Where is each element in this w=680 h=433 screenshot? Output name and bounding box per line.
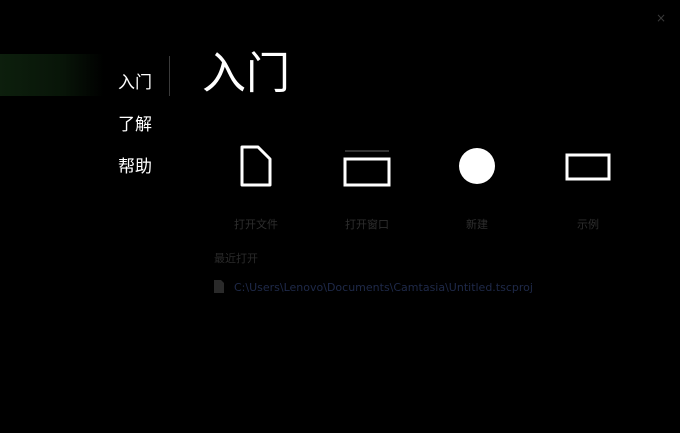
- circle-icon: [427, 144, 527, 188]
- nav-divider: [169, 56, 170, 96]
- recent-file-path: C:\Users\Lenovo\Documents\Camtasia\Untit…: [234, 280, 533, 294]
- open-window-label: 打开窗口: [345, 218, 389, 231]
- window-icon: [317, 144, 417, 188]
- nav-item-help[interactable]: 帮助: [118, 146, 152, 188]
- samples-label: 示例: [577, 218, 599, 231]
- nav-selection-highlight: [0, 54, 104, 96]
- sidebar-nav: 入门 了解 帮助: [118, 62, 152, 188]
- samples-button[interactable]: 示例: [538, 144, 638, 234]
- close-icon[interactable]: ×: [656, 12, 666, 24]
- new-button[interactable]: 新建: [427, 144, 527, 234]
- document-icon: [214, 278, 234, 297]
- page-title: 入门: [202, 48, 290, 99]
- nav-item-get-started[interactable]: 入门: [118, 62, 152, 104]
- open-window-button[interactable]: 打开窗口: [317, 144, 417, 234]
- rectangle-icon: [538, 144, 638, 188]
- file-icon: [206, 144, 306, 188]
- open-file-label: 打开文件: [234, 218, 278, 231]
- recent-file-item[interactable]: C:\Users\Lenovo\Documents\Camtasia\Untit…: [214, 279, 533, 295]
- nav-item-learn[interactable]: 了解: [118, 104, 152, 146]
- recent-header: 最近打开: [214, 252, 258, 265]
- open-file-button[interactable]: 打开文件: [206, 144, 306, 234]
- new-label: 新建: [466, 218, 488, 231]
